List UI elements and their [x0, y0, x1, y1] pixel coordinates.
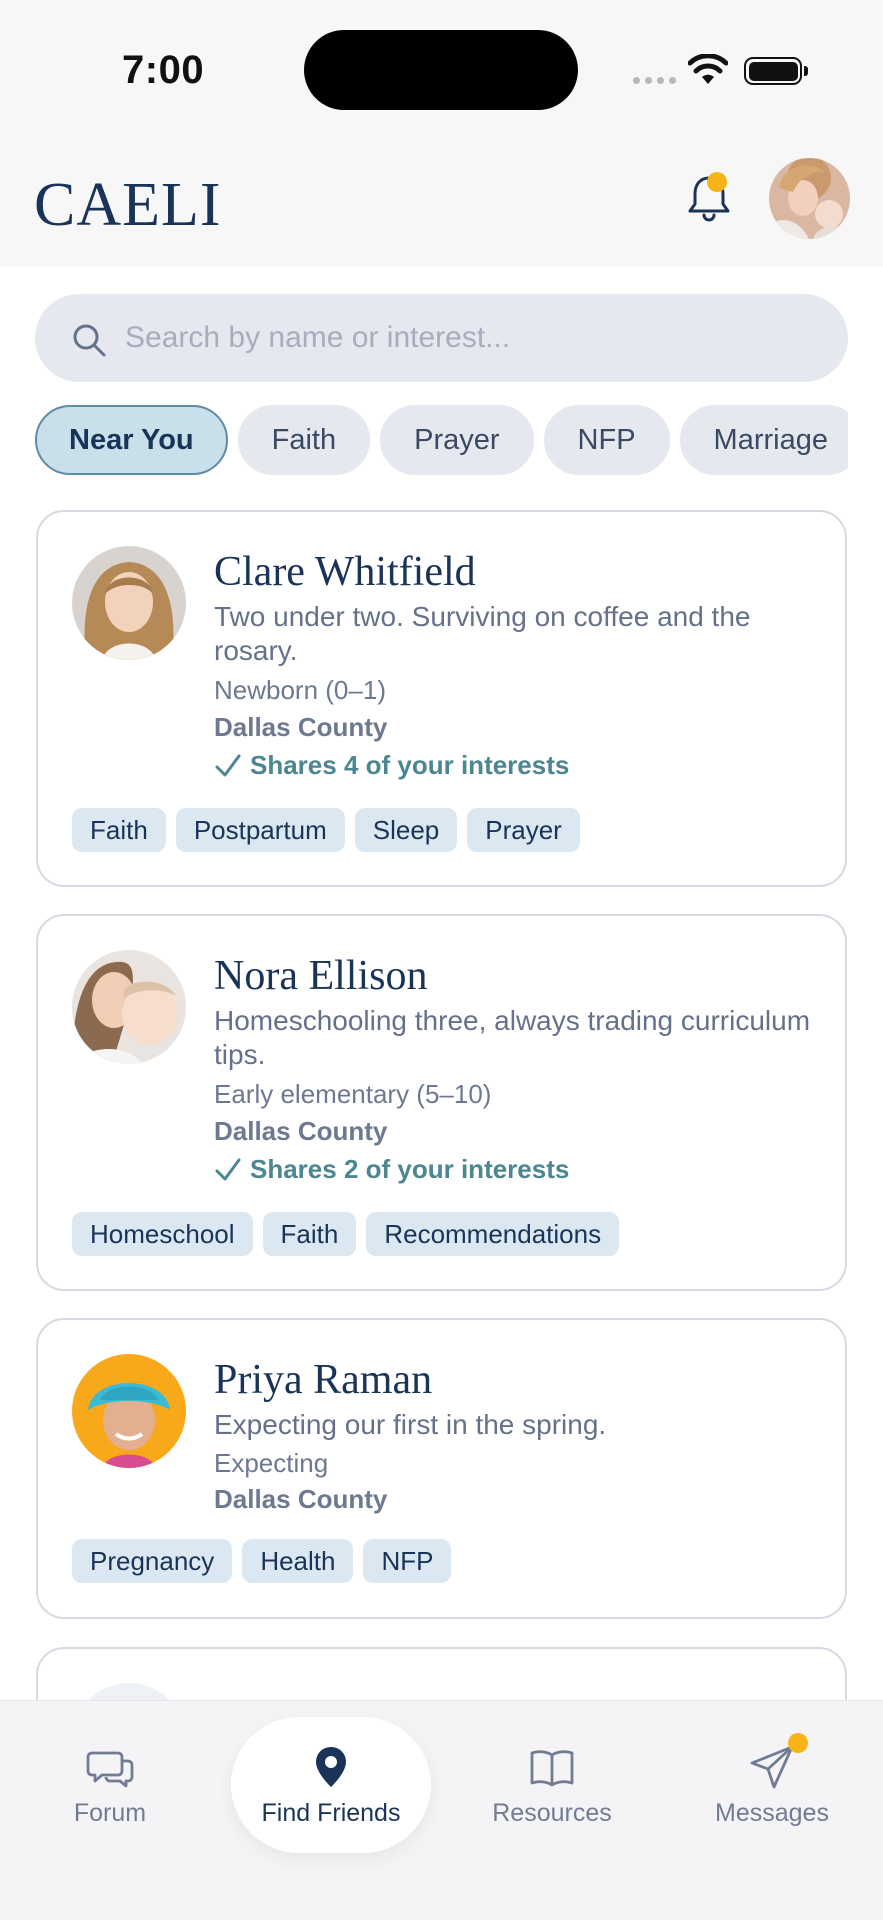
search-icon — [73, 324, 106, 357]
interest-tags: Pregnancy Health NFP — [72, 1539, 452, 1583]
profile-bio: Homeschooling three, always trading curr… — [214, 1005, 811, 1070]
shared-interests: Shares 2 of your interests — [214, 1154, 569, 1185]
interest-tag: Faith — [72, 808, 166, 852]
check-icon — [215, 754, 241, 776]
nav-tab-forum[interactable]: Forum — [10, 1701, 210, 1841]
wifi-icon — [688, 54, 728, 84]
dynamic-island — [304, 30, 578, 110]
nav-label: Forum — [73, 1799, 147, 1827]
shared-interests-text: Shares 4 of your interests — [250, 750, 570, 780]
battery-icon — [744, 57, 802, 85]
notification-badge — [707, 172, 727, 192]
search-bar — [35, 294, 848, 382]
nav-tab-messages[interactable]: Messages — [672, 1701, 872, 1841]
search-input[interactable] — [125, 294, 825, 382]
profile-card[interactable] — [36, 1647, 847, 1700]
send-icon — [750, 1745, 794, 1789]
nav-label: Messages — [715, 1799, 829, 1827]
filter-chip-prayer[interactable]: Prayer — [380, 405, 534, 475]
interest-tag: Homeschool — [72, 1212, 253, 1256]
interest-tag: Recommendations — [366, 1212, 620, 1256]
app-header: CAELI — [0, 140, 883, 267]
profile-location: Dallas County — [214, 1484, 388, 1514]
filter-chip-near-you[interactable]: Near You — [35, 405, 228, 475]
nav-label: Find Friends — [261, 1799, 401, 1827]
interest-tag: Postpartum — [175, 808, 345, 852]
profile-location: Dallas County — [214, 712, 388, 742]
interest-tag: Sleep — [354, 808, 458, 852]
profile-card[interactable]: Nora Ellison Homeschooling three, always… — [36, 914, 847, 1291]
nav-tab-find-friends[interactable]: Find Friends — [231, 1717, 431, 1853]
status-bar: 7:00 — [0, 0, 883, 140]
profile-bio: Expecting our first in the spring. — [214, 1409, 607, 1440]
main-content: Near YouFaithPrayerNFPMarriage Clare Whi… — [0, 267, 883, 1700]
profile-name: Clare Whitfield — [214, 549, 476, 595]
check-icon — [215, 1158, 241, 1180]
filter-chip-marriage[interactable]: Marriage — [679, 405, 848, 475]
interest-tag: Pregnancy — [72, 1539, 233, 1583]
profile-avatar — [72, 950, 186, 1064]
profile-avatar — [72, 1354, 186, 1468]
shared-interests: Shares 4 of your interests — [214, 750, 569, 781]
signal-icon — [633, 77, 676, 84]
interest-tag: Prayer — [467, 808, 580, 852]
book-icon — [530, 1750, 574, 1787]
interest-tags: Homeschool Faith Recommendations — [72, 1212, 620, 1256]
app-logo: CAELI — [34, 171, 222, 239]
interest-tag: Health — [242, 1539, 354, 1583]
profile-location: Dallas County — [214, 1116, 388, 1146]
shared-interests-text: Shares 2 of your interests — [250, 1154, 570, 1184]
profile-stage: Early elementary (5–10) — [214, 1079, 492, 1109]
profile-stage: Newborn (0–1) — [214, 675, 386, 705]
filter-chips: Near You Faith Prayer NFP Marriage — [35, 405, 848, 477]
interest-tag: NFP — [363, 1539, 452, 1583]
user-avatar[interactable] — [769, 158, 850, 239]
status-time: 7:00 — [122, 48, 205, 92]
profile-card[interactable]: Clare Whitfield Two under two. Surviving… — [36, 510, 847, 887]
nav-label: Resources — [492, 1799, 612, 1827]
profile-name: Priya Raman — [214, 1357, 433, 1403]
profile-name: Nora Ellison — [214, 953, 428, 999]
profile-stage: Expecting — [214, 1448, 329, 1478]
filter-chip-faith[interactable]: Faith — [237, 405, 371, 475]
map-pin-icon — [316, 1747, 346, 1787]
profile-card[interactable]: Priya Raman Expecting our first in the s… — [36, 1318, 847, 1619]
interest-tag: Faith — [262, 1212, 357, 1256]
interest-tags: Faith Postpartum Sleep Prayer — [72, 808, 580, 852]
nav-tab-resources[interactable]: Resources — [452, 1701, 652, 1841]
filter-chip-nfp[interactable]: NFP — [543, 405, 670, 475]
profile-avatar — [72, 546, 186, 660]
bottom-navigation: Forum Find Friends Resources Messages — [0, 1700, 883, 1920]
messages-badge — [788, 1733, 808, 1753]
profile-avatar — [72, 1683, 186, 1700]
profile-bio: Two under two. Surviving on coffee and t… — [214, 601, 751, 666]
chat-bubbles-icon — [86, 1751, 134, 1788]
